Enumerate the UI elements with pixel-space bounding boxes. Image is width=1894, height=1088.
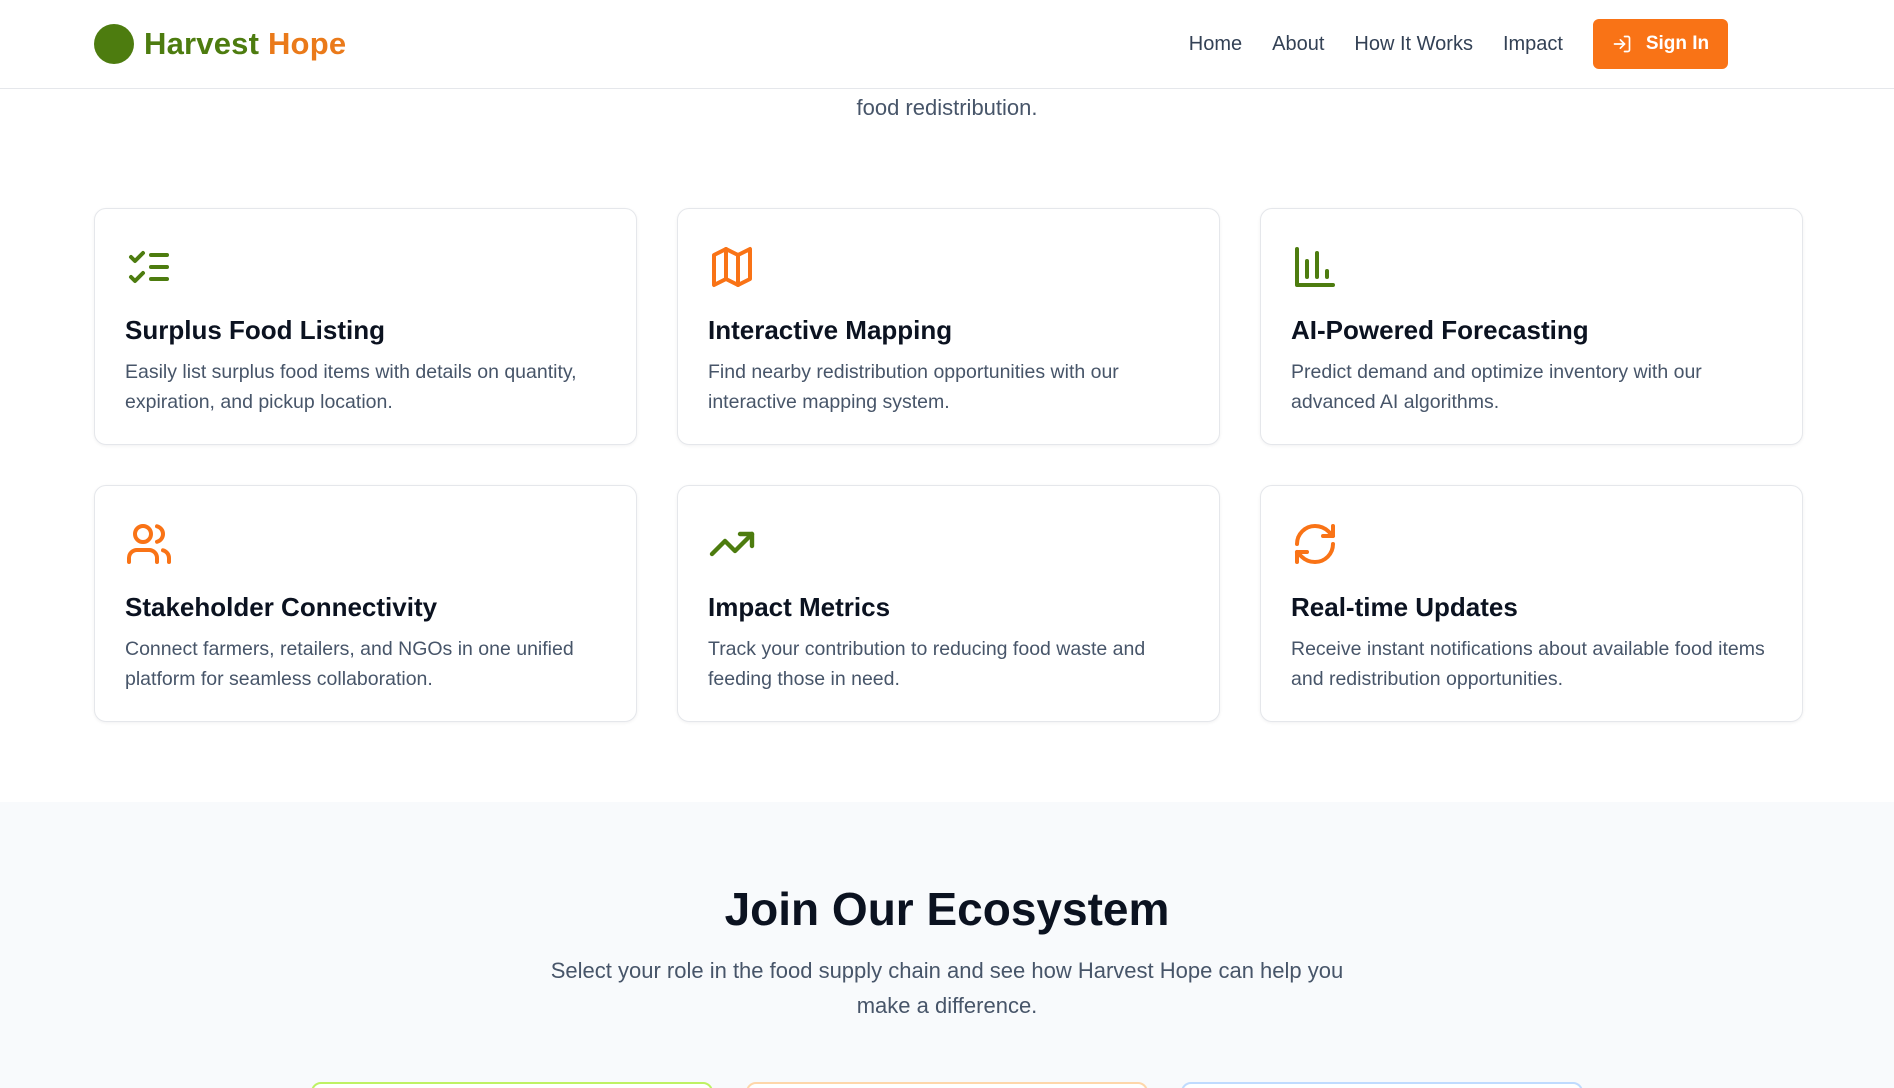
users-icon <box>127 524 171 564</box>
feature-card-surplus-food-listing: Surplus Food Listing Easily list surplus… <box>94 208 637 445</box>
feature-description: Predict demand and optimize inventory wi… <box>1291 361 1702 413</box>
feature-title: Impact Metrics <box>708 592 891 622</box>
feature-card-interactive-mapping: Interactive Mapping Find nearby redistri… <box>677 208 1220 445</box>
ecosystem-subtitle: Select your role in the food supply chai… <box>550 958 1344 1018</box>
feature-description: Connect farmers, retailers, and NGOs in … <box>125 638 574 690</box>
brand-word-1: Harvest <box>144 26 260 61</box>
role-card-peek[interactable] <box>746 1082 1148 1088</box>
feature-description: Easily list surplus food items with deta… <box>125 361 577 413</box>
feature-card-real-time-updates: Real-time Updates Receive instant notifi… <box>1260 485 1803 722</box>
refresh-icon <box>1295 524 1335 564</box>
list-checks-icon <box>129 251 169 283</box>
feature-card-impact-metrics: Impact Metrics Track your contribution t… <box>677 485 1220 722</box>
sign-in-label: Sign In <box>1645 33 1710 54</box>
nav-links: Home About How It Works Impact Sign In <box>1189 18 1728 70</box>
feature-description: Find nearby redistribution opportunities… <box>708 361 1119 413</box>
sign-in-icon <box>1613 35 1631 53</box>
nav-link-how-it-works[interactable]: How It Works <box>1354 18 1473 70</box>
feature-title: Surplus Food Listing <box>125 315 385 345</box>
nav-link-about[interactable]: About <box>1272 18 1324 70</box>
map-icon <box>712 247 752 287</box>
brand-name: Harvest Hope <box>144 26 346 62</box>
navbar: Harvest Hope Home About How It Works Imp… <box>0 0 1894 89</box>
brand[interactable]: Harvest Hope <box>94 24 346 64</box>
role-card-peek[interactable] <box>1181 1082 1583 1088</box>
ecosystem-section: Join Our Ecosystem Select your role in t… <box>0 802 1894 1088</box>
ecosystem-title: Join Our Ecosystem <box>724 883 1170 935</box>
feature-card-ai-forecasting: AI-Powered Forecasting Predict demand an… <box>1260 208 1803 445</box>
brand-word-2: Hope <box>267 26 347 61</box>
brand-logo <box>94 24 134 64</box>
feature-title: Interactive Mapping <box>708 315 953 345</box>
intro-text: food redistribution. <box>856 95 1038 120</box>
bar-chart-icon <box>1295 247 1335 287</box>
feature-card-stakeholder-connectivity: Stakeholder Connectivity Connect farmers… <box>94 485 637 722</box>
role-card-peek[interactable] <box>311 1082 713 1088</box>
trending-up-icon <box>709 531 755 557</box>
feature-title: AI-Powered Forecasting <box>1291 315 1589 345</box>
nav-link-impact[interactable]: Impact <box>1503 18 1563 70</box>
feature-title: Real-time Updates <box>1291 592 1518 622</box>
feature-description: Track your contribution to reducing food… <box>708 638 1146 690</box>
feature-title: Stakeholder Connectivity <box>125 592 438 622</box>
nav-link-home[interactable]: Home <box>1189 18 1242 70</box>
feature-description: Receive instant notifications about avai… <box>1291 638 1765 690</box>
sign-in-button[interactable]: Sign In <box>1593 19 1728 69</box>
